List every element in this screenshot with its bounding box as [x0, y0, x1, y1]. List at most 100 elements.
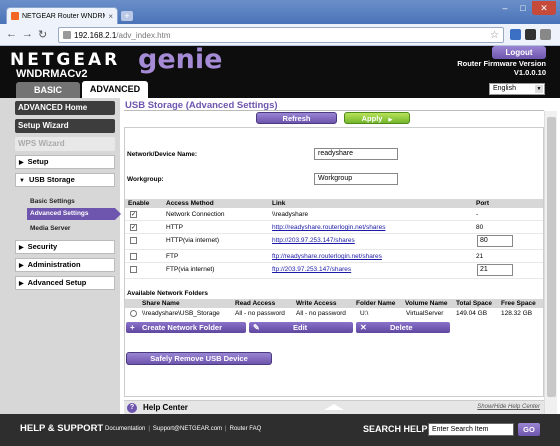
scrollbar[interactable]	[544, 111, 557, 414]
address-bar[interactable]: 192.168.2.1 /adv_index.htm ☆	[58, 27, 504, 43]
wrench-menu-icon[interactable]	[540, 29, 551, 40]
back-icon[interactable]: ←	[6, 28, 17, 40]
url-path: /adv_index.htm	[116, 30, 171, 40]
sidebar-item-label: Security	[27, 242, 58, 251]
column-header: Volume Name	[405, 300, 448, 307]
sidebar-item-media-server[interactable]: Media Server	[30, 225, 70, 232]
workgroup-label: Workgroup:	[127, 176, 164, 183]
access-method: HTTP(via internet)	[166, 237, 220, 244]
sidebar-wps-wizard: WPS Wizard	[15, 137, 115, 151]
button-label: Edit	[293, 323, 308, 332]
access-link[interactable]: ftp://readyshare.routerlogin.net/shares	[272, 253, 382, 260]
language-select[interactable]: English ▼	[489, 83, 545, 95]
table-row: ✓ HTTP http://readyshare.routerlogin.net…	[125, 221, 543, 234]
model-name: WNDRMACv2	[16, 68, 88, 80]
column-header: Folder Name	[356, 300, 396, 307]
new-tab-button[interactable]: +	[121, 11, 133, 21]
extension-icon[interactable]	[525, 29, 536, 40]
access-method: Network Connection	[166, 211, 225, 218]
scrollbar-thumb[interactable]	[547, 117, 556, 397]
write-access: All - no password	[296, 310, 346, 317]
forward-icon[interactable]: →	[22, 28, 33, 40]
port-input[interactable]: 21	[477, 264, 513, 276]
sidebar-setup-wizard[interactable]: Setup Wizard	[15, 119, 115, 133]
enable-checkbox[interactable]: ✓	[130, 224, 137, 231]
tab-close-icon[interactable]: ×	[108, 12, 113, 21]
sidebar-item-administration[interactable]: ▶ Administration	[15, 258, 115, 272]
table-row: FTP(via internet) ftp://203.97.253.147/s…	[125, 263, 543, 279]
close-window-button[interactable]: ✕	[532, 1, 556, 15]
firmware-version: V1.0.0.10	[513, 68, 546, 77]
sidebar-advanced-home[interactable]: ADVANCED Home	[15, 101, 115, 115]
edit-button[interactable]: ✎ Edit	[249, 322, 353, 333]
sidebar-item-usb-storage[interactable]: ▼ USB Storage	[15, 173, 115, 187]
device-name-label: Network/Device Name:	[127, 151, 198, 158]
column-header: Free Space	[501, 300, 536, 307]
genie-logo: genie	[138, 44, 223, 75]
sidebar-item-basic-settings[interactable]: Basic Settings	[30, 198, 75, 205]
netgear-header: NETGEAR genie WNDRMACv2 Logout Router Fi…	[0, 44, 560, 98]
access-table-header: Enable Access Method Link Port	[125, 199, 543, 208]
delete-button[interactable]: ✕ Delete	[356, 322, 450, 333]
browser-toolbar: ← → ↻ 192.168.2.1 /adv_index.htm ☆	[0, 24, 560, 46]
port-value: -	[476, 211, 479, 218]
browser-titlebar: NETGEAR Router WNDRM... × + – □ ✕	[0, 0, 560, 24]
access-link[interactable]: http://203.97.253.147/shares	[272, 237, 355, 244]
show-hide-help-link[interactable]: Show/Hide Help Center	[477, 404, 540, 410]
access-link: \\readyshare	[272, 211, 309, 218]
delete-x-icon: ✕	[360, 323, 367, 332]
documentation-link[interactable]: Documentation	[105, 426, 145, 432]
total-space: 149.04 GB	[456, 310, 488, 317]
column-header: Write Access	[296, 300, 337, 307]
search-input[interactable]: Enter Search Item	[428, 423, 514, 436]
play-arrow-icon: ▶	[388, 117, 393, 123]
access-link[interactable]: http://readyshare.routerlogin.net/shares	[272, 224, 385, 231]
sidebar-item-advanced-settings[interactable]: Advanced Settings	[27, 208, 121, 220]
folder-radio[interactable]	[130, 310, 137, 317]
support-email-link[interactable]: Support@NETGEAR.com	[153, 426, 222, 432]
minimize-button[interactable]: –	[496, 1, 514, 15]
help-center-bar[interactable]: ? Help Center Show/Hide Help Center	[124, 400, 544, 414]
expand-up-icon[interactable]	[324, 404, 344, 410]
divider: |	[148, 426, 150, 432]
expand-arrow-icon: ▶	[19, 245, 24, 251]
sidebar-item-label: USB Storage	[28, 175, 75, 184]
table-row: \\readyshare\USB_Storage All - no passwo…	[125, 308, 543, 320]
enable-checkbox[interactable]	[130, 253, 137, 260]
apply-label: Apply	[361, 114, 383, 123]
maximize-button[interactable]: □	[514, 1, 532, 15]
enable-checkbox[interactable]	[130, 266, 137, 273]
extension-icon[interactable]	[510, 29, 521, 40]
safely-remove-usb-button[interactable]: Safely Remove USB Device	[126, 352, 272, 365]
logout-button[interactable]: Logout	[492, 46, 546, 59]
workgroup-input[interactable]: Workgroup	[314, 173, 398, 185]
footer-links: Documentation | Support@NETGEAR.com | Router…	[105, 426, 261, 432]
column-header: Enable	[128, 200, 150, 207]
url-host: 192.168.2.1	[74, 30, 117, 40]
router-faq-link[interactable]: Router FAQ	[230, 426, 262, 432]
tab-advanced[interactable]: ADVANCED	[82, 81, 148, 98]
column-header: Total Space	[456, 300, 493, 307]
browser-tab[interactable]: NETGEAR Router WNDRM... ×	[6, 7, 118, 24]
sidebar-item-advanced-setup[interactable]: ▶ Advanced Setup	[15, 276, 115, 290]
access-link[interactable]: ftp://203.97.253.147/shares	[272, 266, 351, 273]
port-input[interactable]: 80	[477, 235, 513, 247]
enable-checkbox[interactable]	[130, 237, 137, 244]
folders-title: Available Network Folders	[127, 290, 209, 297]
reload-icon[interactable]: ↻	[38, 28, 47, 41]
enable-checkbox[interactable]: ✓	[130, 211, 137, 218]
search-help-label: SEARCH HELP	[363, 424, 428, 434]
column-header: Access Method	[166, 200, 214, 207]
language-value: English	[493, 85, 516, 92]
go-button[interactable]: GO	[518, 423, 540, 436]
tab-basic[interactable]: BASIC	[16, 82, 80, 98]
create-network-folder-button[interactable]: + Create Network Folder	[126, 322, 246, 333]
sidebar-item-setup[interactable]: ▶ Setup	[15, 155, 115, 169]
sidebar-item-security[interactable]: ▶ Security	[15, 240, 115, 254]
folder-name: U:\	[360, 310, 369, 317]
device-name-input[interactable]: readyshare	[314, 148, 398, 160]
expand-arrow-icon: ▶	[19, 263, 24, 269]
bookmark-star-icon[interactable]: ☆	[490, 30, 499, 41]
refresh-button[interactable]: Refresh	[256, 112, 337, 124]
apply-button[interactable]: Apply ▶	[344, 112, 410, 124]
